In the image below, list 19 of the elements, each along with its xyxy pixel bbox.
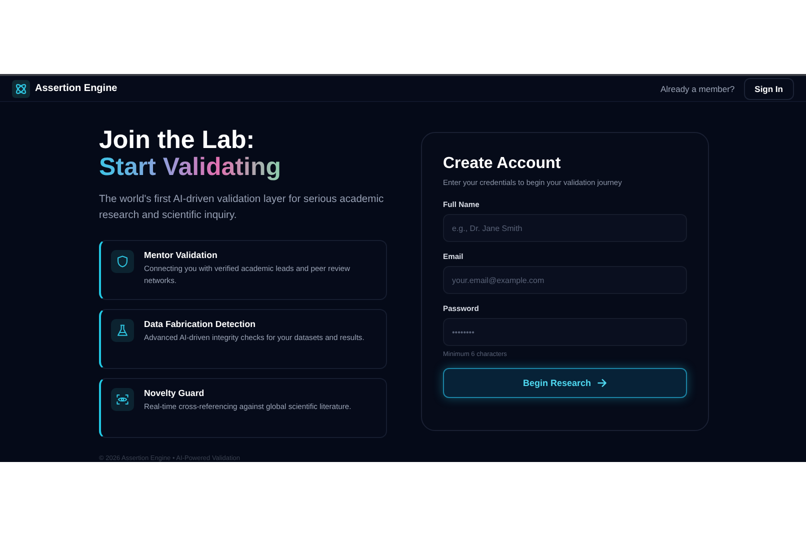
input-field[interactable]: ••••••••	[443, 318, 687, 346]
feature-title: Novelty Guard	[144, 388, 206, 398]
arrow-right-icon	[597, 378, 608, 388]
feature-title: Data Fabrication Detection	[144, 319, 256, 329]
hero-title-highlight: Start Validating	[99, 154, 281, 181]
atom-logo-icon	[12, 80, 30, 98]
form-title: Create Account	[443, 155, 562, 173]
hero-subtitle: The world's first AI-driven validation layer for serious academic research and scientific inquiry.	[99, 193, 385, 223]
feature-title: Mentor Validation	[144, 250, 218, 260]
input-field[interactable]: e.g., Dr. Jane Smith	[443, 214, 687, 242]
shield-icon	[111, 250, 134, 273]
begin-research-button[interactable]: Begin Research	[443, 368, 687, 398]
member-prompt: Already a member?	[660, 84, 735, 94]
eye-scan-icon	[111, 388, 134, 411]
brand-name: Assertion Engine	[35, 83, 118, 94]
hero-title: Join the Lab:	[99, 127, 256, 154]
sign-in-button[interactable]: Sign In	[744, 78, 794, 100]
input-field[interactable]: your.email@example.com	[443, 266, 687, 294]
flask-icon	[111, 319, 134, 342]
